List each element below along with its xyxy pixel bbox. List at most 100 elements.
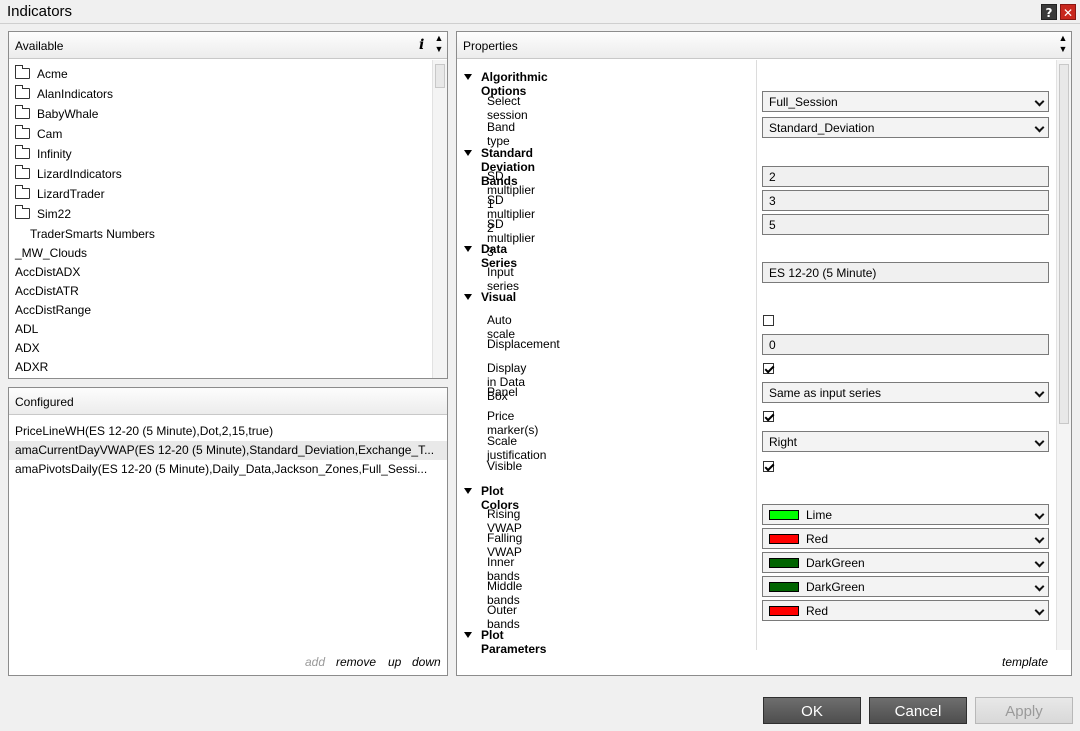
chevron-down-icon xyxy=(1034,605,1045,616)
middle-bands-color-dropdown[interactable]: DarkGreen xyxy=(762,576,1049,597)
chevron-down-icon xyxy=(1034,436,1045,447)
available-header-label: Available xyxy=(15,39,64,53)
help-icon[interactable]: ? xyxy=(1041,4,1057,20)
collapse-triangle-icon[interactable] xyxy=(464,246,472,252)
add-link[interactable]: add xyxy=(305,655,325,669)
rising-vwap-color-dropdown[interactable]: Lime xyxy=(762,504,1049,525)
available-item[interactable]: AccDistATR xyxy=(9,282,429,301)
header-scroll-arrows: ▲ ▼ xyxy=(433,33,445,55)
color-swatch xyxy=(769,510,799,520)
item-label: _MW_Clouds xyxy=(15,246,88,260)
color-swatch xyxy=(769,558,799,568)
sd-multiplier-3-input[interactable]: 5 xyxy=(762,214,1049,235)
property-grid-divider[interactable] xyxy=(756,60,757,650)
configured-header-label: Configured xyxy=(15,395,74,409)
inner-bands-color-dropdown[interactable]: DarkGreen xyxy=(762,552,1049,573)
properties-scrollbar[interactable] xyxy=(1056,60,1071,650)
properties-scroll-down-icon[interactable]: ▼ xyxy=(1057,44,1069,55)
color-swatch xyxy=(769,582,799,592)
available-scrollbar[interactable] xyxy=(432,60,447,378)
band-type-dropdown[interactable]: Standard_Deviation xyxy=(762,117,1049,138)
apply-button[interactable]: Apply xyxy=(975,697,1073,724)
template-link[interactable]: template xyxy=(1002,655,1048,669)
info-icon[interactable]: i xyxy=(419,37,424,53)
displacement-input[interactable]: 0 xyxy=(762,334,1049,355)
folder-icon xyxy=(15,85,30,99)
ok-button[interactable]: OK xyxy=(763,697,861,724)
up-link[interactable]: up xyxy=(388,655,401,669)
folder-icon xyxy=(15,65,30,79)
chevron-down-icon xyxy=(1034,387,1045,398)
available-folder[interactable]: Acme xyxy=(9,65,429,84)
available-item[interactable]: _MW_Clouds xyxy=(9,244,429,263)
down-link[interactable]: down xyxy=(412,655,441,669)
available-item[interactable]: ADXR xyxy=(9,358,429,377)
scroll-down-icon[interactable]: ▼ xyxy=(433,44,445,55)
outer-bands-color-dropdown[interactable]: Red xyxy=(762,600,1049,621)
available-folder[interactable]: Infinity xyxy=(9,145,429,164)
configured-panel: Configured PriceLineWH(ES 12-20 (5 Minut… xyxy=(8,387,448,676)
folder-label: LizardTrader xyxy=(37,187,105,201)
visible-checkbox[interactable] xyxy=(763,461,774,472)
auto-scale-checkbox[interactable] xyxy=(763,315,774,326)
available-list: Acme AlanIndicators BabyWhale Cam Infinity Li… xyxy=(9,65,433,377)
available-scroll-thumb[interactable] xyxy=(435,64,445,88)
configured-list: PriceLineWH(ES 12-20 (5 Minute),Dot,2,15… xyxy=(9,422,447,482)
configured-row[interactable]: amaCurrentDayVWAP(ES 12-20 (5 Minute),St… xyxy=(9,441,447,460)
window-title: Indicators xyxy=(7,3,73,20)
available-folder[interactable]: LizardTrader xyxy=(9,185,429,204)
cancel-button[interactable]: Cancel xyxy=(869,697,967,724)
scroll-up-icon[interactable]: ▲ xyxy=(433,33,445,44)
chevron-down-icon xyxy=(1034,509,1045,520)
configured-row[interactable]: PriceLineWH(ES 12-20 (5 Minute),Dot,2,15… xyxy=(9,422,447,441)
sd-multiplier-1-input[interactable]: 2 xyxy=(762,166,1049,187)
item-label: AccDistRange xyxy=(15,303,92,317)
chevron-down-icon xyxy=(1034,96,1045,107)
close-icon[interactable]: ✕ xyxy=(1060,4,1076,20)
available-item[interactable]: AccDistADX xyxy=(9,263,429,282)
folder-label: Sim22 xyxy=(37,207,72,221)
item-label: AccDistATR xyxy=(15,284,79,298)
remove-link[interactable]: remove xyxy=(336,655,376,669)
available-item[interactable]: ADX xyxy=(9,339,429,358)
chevron-down-icon xyxy=(1034,557,1045,568)
available-folder[interactable]: LizardIndicators xyxy=(9,165,429,184)
available-subitem[interactable]: TraderSmarts Numbers xyxy=(9,225,429,244)
price-markers-checkbox[interactable] xyxy=(763,411,774,422)
collapse-triangle-icon[interactable] xyxy=(464,294,472,300)
panel-dropdown[interactable]: Same as input series xyxy=(762,382,1049,403)
available-folder[interactable]: BabyWhale xyxy=(9,105,429,124)
select-session-dropdown[interactable]: Full_Session xyxy=(762,91,1049,112)
collapse-triangle-icon[interactable] xyxy=(464,150,472,156)
collapse-triangle-icon[interactable] xyxy=(464,632,472,638)
available-item[interactable]: ADL xyxy=(9,320,429,339)
falling-vwap-color-dropdown[interactable]: Red xyxy=(762,528,1049,549)
folder-label: AlanIndicators xyxy=(37,87,114,101)
properties-header-label: Properties xyxy=(463,39,518,53)
display-in-data-box-checkbox[interactable] xyxy=(763,363,774,374)
configured-row[interactable]: amaPivotsDaily(ES 12-20 (5 Minute),Daily… xyxy=(9,460,447,479)
properties-scroll-thumb[interactable] xyxy=(1059,64,1069,424)
item-label: ADX xyxy=(15,341,40,355)
collapse-triangle-icon[interactable] xyxy=(464,488,472,494)
available-folder[interactable]: Sim22 xyxy=(9,205,429,224)
properties-scroll-up-icon[interactable]: ▲ xyxy=(1057,33,1069,44)
available-item[interactable]: AccDistRange xyxy=(9,301,429,320)
folder-icon xyxy=(15,125,30,139)
properties-header-scroll-arrows: ▲ ▼ xyxy=(1057,33,1069,55)
available-panel: Available i ▲ ▼ Acme AlanIndicators BabyWh… xyxy=(8,31,448,379)
chevron-down-icon xyxy=(1034,122,1045,133)
item-label: ADXR xyxy=(15,360,49,374)
collapse-triangle-icon[interactable] xyxy=(464,74,472,80)
item-label: ADL xyxy=(15,322,39,336)
available-folder[interactable]: Cam xyxy=(9,125,429,144)
folder-icon xyxy=(15,105,30,119)
folder-icon xyxy=(15,185,30,199)
configured-header: Configured xyxy=(9,388,447,415)
folder-label: BabyWhale xyxy=(37,107,99,121)
available-folder[interactable]: AlanIndicators xyxy=(9,85,429,104)
input-series-field[interactable]: ES 12-20 (5 Minute) xyxy=(762,262,1049,283)
sd-multiplier-2-input[interactable]: 3 xyxy=(762,190,1049,211)
scale-justification-dropdown[interactable]: Right xyxy=(762,431,1049,452)
folder-label: Cam xyxy=(37,127,63,141)
